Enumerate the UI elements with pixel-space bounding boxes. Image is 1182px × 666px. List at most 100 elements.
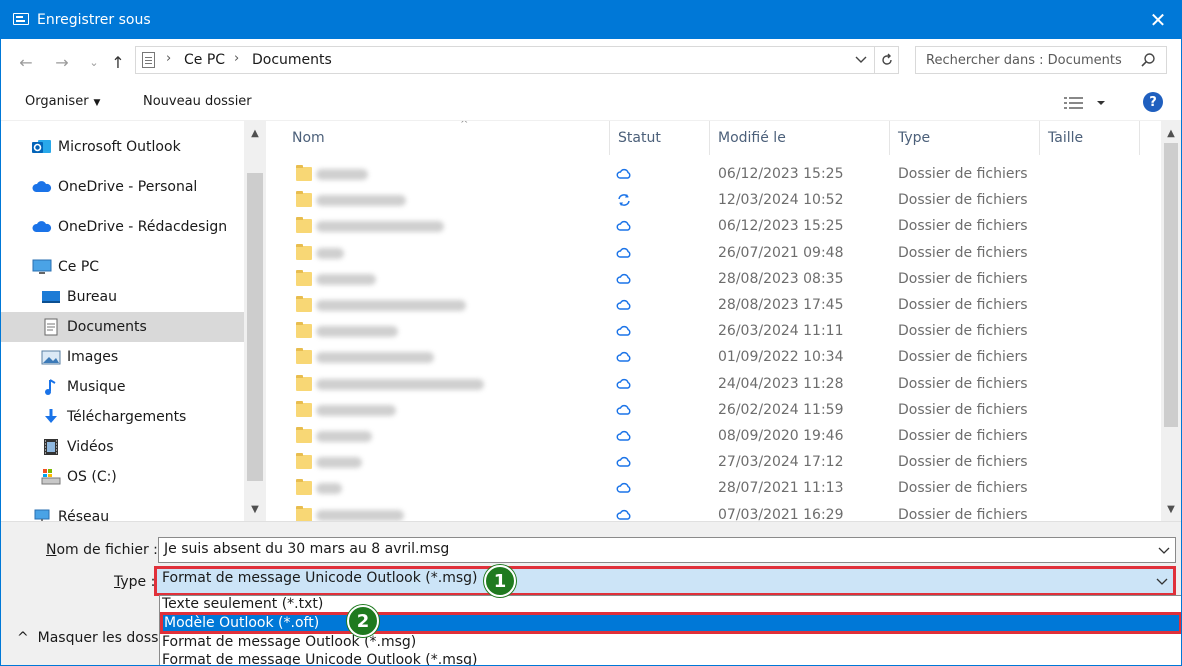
file-row[interactable]: 27/03/2024 17:12 Dossier de fichiers: [266, 450, 1156, 476]
filename-value[interactable]: Je suis absent du 30 mars au 8 avril.msg: [164, 541, 449, 557]
file-modified-date: 28/08/2023 08:35: [718, 270, 844, 287]
folder-icon: [296, 453, 312, 470]
chevron-up-icon: ^: [17, 630, 29, 646]
sidebar-item[interactable]: Téléchargements: [1, 402, 244, 432]
address-bar[interactable]: › Ce PC › Documents: [135, 46, 899, 74]
scroll-up-arrow-icon[interactable]: ▲: [1163, 125, 1179, 141]
column-header-size[interactable]: Taille: [1040, 121, 1140, 155]
sidebar-item[interactable]: Ce PC: [1, 252, 244, 282]
search-box[interactable]: Rechercher dans : Documents: [915, 46, 1167, 74]
sidebar-item[interactable]: Documents: [1, 312, 244, 342]
navigation-bar: ← → ⌄ ↑ › Ce PC › Documents Rechercher d…: [1, 39, 1181, 83]
sidebar-item[interactable]: Images: [1, 342, 244, 372]
sidebar-item[interactable]: OneDrive - Rédacdesign: [1, 212, 244, 242]
file-row[interactable]: 28/08/2023 08:35 Dossier de fichiers: [266, 267, 1156, 293]
breadcrumb-separator[interactable]: ›: [234, 51, 239, 66]
search-icon[interactable]: [1140, 52, 1156, 68]
file-type: Dossier de fichiers: [898, 506, 1028, 521]
scrollbar-thumb[interactable]: [247, 173, 263, 481]
documents-location-icon: [142, 52, 155, 68]
file-row[interactable]: 07/03/2021 16:29 Dossier de fichiers: [266, 503, 1156, 521]
cloud-status-icon: [616, 508, 632, 521]
file-type: Dossier de fichiers: [898, 192, 1028, 209]
chevron-down-icon[interactable]: [1157, 543, 1171, 557]
documents-icon: [41, 318, 61, 336]
search-placeholder[interactable]: Rechercher dans : Documents: [926, 53, 1122, 68]
file-row[interactable]: 26/02/2024 11:59 Dossier de fichiers: [266, 398, 1156, 424]
file-type: Dossier de fichiers: [898, 428, 1028, 444]
breadcrumb-separator[interactable]: ›: [166, 51, 171, 66]
title-bar: Enregistrer sous ✕: [1, 1, 1181, 39]
cloud-status-icon: [616, 298, 632, 312]
new-folder-button[interactable]: Nouveau dossier: [143, 94, 252, 109]
file-row[interactable]: 06/12/2023 15:25 Dossier de fichiers: [266, 214, 1156, 240]
file-modified-date: 28/07/2021 11:13: [718, 480, 844, 497]
file-row[interactable]: 01/09/2022 10:34 Dossier de fichiers: [266, 345, 1156, 371]
sidebar-item-label: Réseau: [58, 509, 110, 521]
details-view-icon: [1064, 97, 1105, 109]
sidebar-item[interactable]: OneDrive - Personal: [1, 172, 244, 202]
type-select[interactable]: Format de message Unicode Outlook (*.msg…: [154, 566, 1176, 596]
sidebar-item[interactable]: Musique: [1, 372, 244, 402]
sidebar-item-label: Musique: [67, 379, 126, 395]
sync-status-icon: [616, 193, 632, 207]
file-row[interactable]: 06/12/2023 15:25 Dossier de fichiers: [266, 162, 1156, 188]
column-header-modified[interactable]: Modifié le: [710, 121, 890, 155]
folder-icon: [296, 479, 312, 496]
file-type: Dossier de fichiers: [898, 401, 1028, 418]
file-row[interactable]: 26/03/2024 11:11 Dossier de fichiers: [266, 319, 1156, 345]
filename-input[interactable]: Je suis absent du 30 mars au 8 avril.msg: [158, 537, 1176, 563]
recent-locations-button[interactable]: ⌄: [83, 51, 105, 73]
sidebar-item[interactable]: Bureau: [1, 282, 244, 312]
forward-button[interactable]: →: [51, 51, 73, 73]
sidebar-item[interactable]: Microsoft Outlook: [1, 132, 244, 162]
breadcrumb-ce-pc[interactable]: Ce PC: [184, 52, 225, 68]
breadcrumb-documents[interactable]: Documents: [252, 52, 332, 68]
type-option-msg[interactable]: Format de message Outlook (*.msg): [160, 634, 1181, 653]
file-type: Dossier de fichiers: [898, 244, 1028, 261]
folder-icon: [296, 165, 312, 181]
sidebar-item[interactable]: OS (C:): [1, 462, 244, 492]
images-icon: [41, 348, 61, 366]
column-header-status[interactable]: Statut: [610, 121, 710, 155]
sidebar-item[interactable]: Vidéos: [1, 432, 244, 462]
scroll-down-arrow-icon[interactable]: ▼: [1163, 501, 1179, 517]
file-name-redacted: [316, 195, 406, 207]
type-option-oft[interactable]: Modèle Outlook (*.oft): [160, 612, 1181, 634]
file-name-redacted: [316, 404, 396, 416]
column-header-name[interactable]: Nom ^: [284, 121, 610, 155]
file-type: Dossier de fichiers: [898, 218, 1028, 235]
refresh-button[interactable]: [874, 47, 898, 73]
type-option-unicode-msg[interactable]: Format de message Unicode Outlook (*.msg…: [160, 652, 1181, 665]
chevron-down-icon[interactable]: [1155, 574, 1169, 588]
sidebar-item-label: OneDrive - Rédacdesign: [58, 219, 228, 235]
file-list-scrollbar[interactable]: ▲ ▼: [1161, 121, 1181, 521]
cloud-status-icon: [616, 455, 632, 469]
column-header-type[interactable]: Type: [890, 121, 1040, 155]
file-row[interactable]: 26/07/2021 09:48 Dossier de fichiers: [266, 241, 1156, 267]
up-button[interactable]: ↑: [107, 51, 129, 73]
sidebar-item-label: Ce PC: [58, 259, 100, 275]
sidebar-item[interactable]: Réseau: [1, 502, 244, 521]
navigation-pane-scrollbar[interactable]: ▲ ▼: [244, 121, 266, 521]
scroll-up-arrow-icon[interactable]: ▲: [247, 125, 263, 141]
cloud-status-icon: [616, 219, 632, 233]
chevron-down-icon: [855, 56, 867, 63]
address-history-dropdown[interactable]: [852, 50, 870, 70]
back-button[interactable]: ←: [15, 51, 37, 73]
scroll-down-arrow-icon[interactable]: ▼: [247, 501, 263, 517]
change-view-button[interactable]: [1063, 93, 1109, 113]
file-row[interactable]: 28/07/2021 11:13 Dossier de fichiers: [266, 476, 1156, 502]
organize-button[interactable]: Organiser ▼: [25, 94, 100, 109]
file-row[interactable]: 08/09/2020 19:46 Dossier de fichiers: [266, 424, 1156, 450]
file-row[interactable]: 28/08/2023 17:45 Dossier de fichiers: [266, 293, 1156, 319]
file-row[interactable]: 24/04/2023 11:28 Dossier de fichiers: [266, 372, 1156, 398]
file-row[interactable]: 12/03/2024 10:52 Dossier de fichiers: [266, 188, 1156, 214]
close-button[interactable]: ✕: [1135, 1, 1181, 39]
file-modified-date: 26/03/2024 11:11: [718, 323, 844, 340]
drive-icon: [41, 468, 61, 486]
type-select-value[interactable]: Format de message Unicode Outlook (*.msg…: [162, 570, 477, 586]
help-icon[interactable]: ?: [1143, 92, 1163, 112]
cloud-status-icon: [616, 246, 632, 260]
scrollbar-thumb[interactable]: [1164, 143, 1178, 427]
